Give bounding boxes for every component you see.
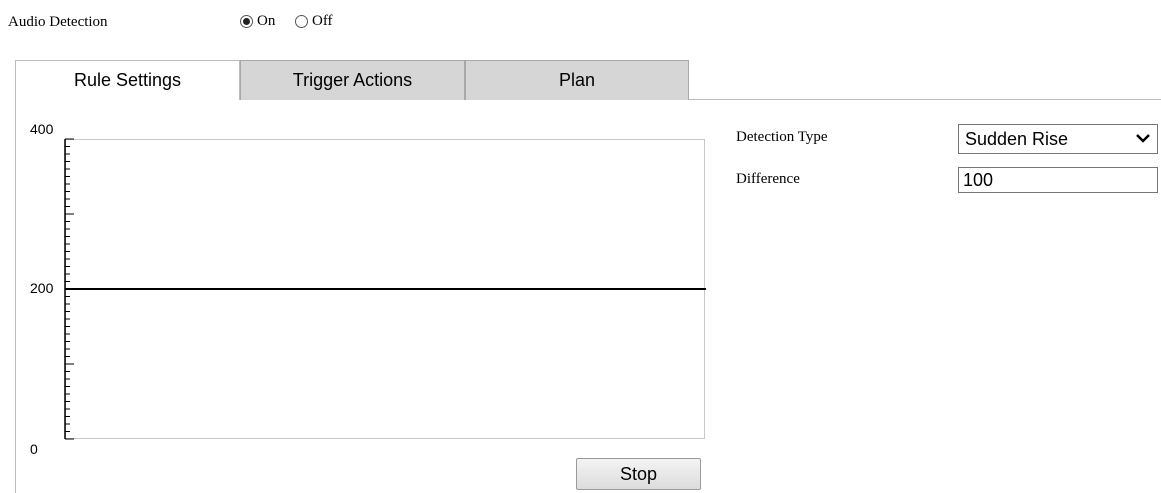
tab-baseline (689, 99, 1161, 100)
tab-trigger-actions-label: Trigger Actions (292, 70, 413, 90)
tab-plan-label: Plan (558, 70, 596, 90)
y-axis-max-label: 400 (30, 121, 54, 137)
detection-type-label: Detection Type (736, 129, 828, 145)
stop-button-label: Stop (619, 463, 658, 484)
stop-button[interactable]: Stop (576, 458, 701, 490)
chevron-down-icon (1136, 134, 1150, 143)
detection-type-select[interactable]: Sudden Rise (958, 124, 1158, 154)
y-axis-ruler (64, 138, 74, 440)
threshold-line (65, 288, 706, 290)
difference-label: Difference (736, 171, 800, 187)
y-axis-mid-label: 200 (30, 280, 54, 296)
off-radio-label: Off (312, 13, 333, 29)
panel-border (15, 100, 16, 493)
tab-rule-settings-label: Rule Settings (73, 70, 182, 90)
y-axis-min-label: 0 (30, 441, 38, 457)
tab-trigger-actions[interactable]: Trigger Actions (240, 60, 465, 100)
on-radio-label: On (257, 13, 276, 29)
tab-rule-settings[interactable]: Rule Settings (15, 60, 240, 100)
detection-type-value: Sudden Rise (965, 128, 1069, 149)
tab-plan[interactable]: Plan (465, 60, 689, 100)
on-radio[interactable] (240, 15, 253, 28)
difference-input[interactable] (958, 167, 1158, 193)
audio-detection-label: Audio Detection (8, 14, 108, 30)
off-radio[interactable] (295, 15, 308, 28)
